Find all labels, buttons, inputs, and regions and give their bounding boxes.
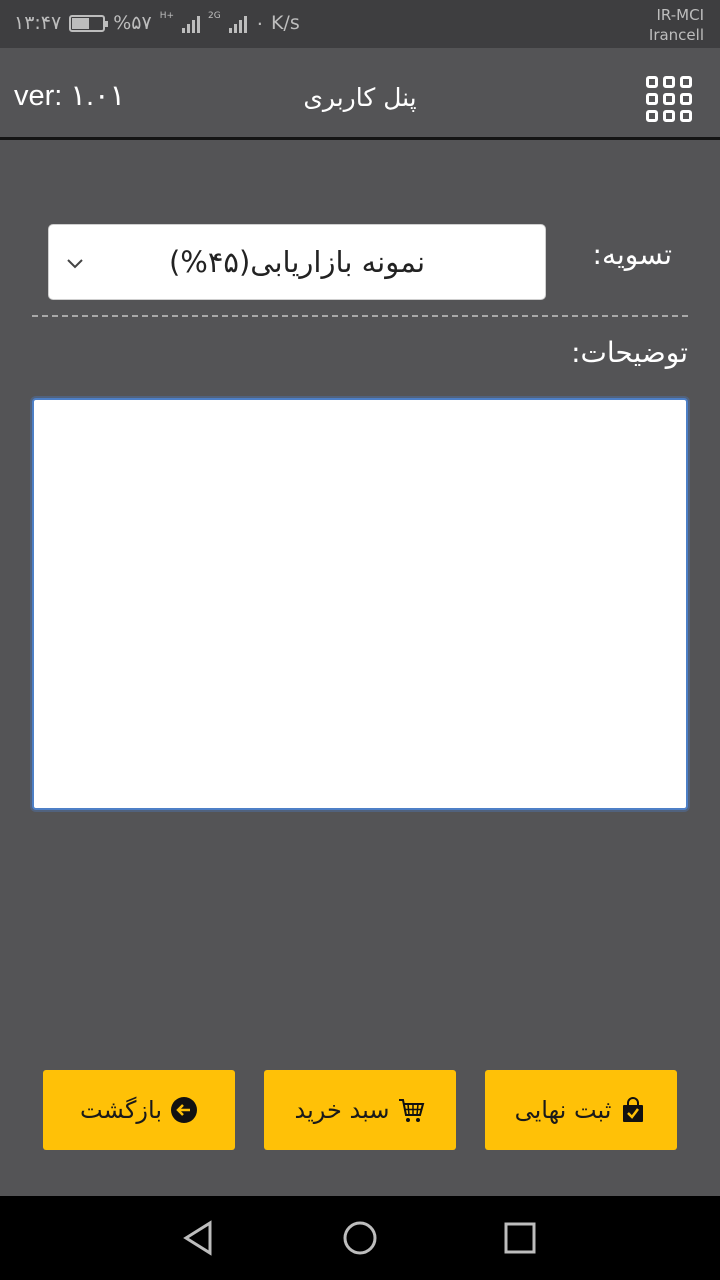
battery-fill [72, 17, 90, 29]
back-button[interactable]: بازگشت [43, 1070, 235, 1150]
nav-bar [0, 1196, 720, 1280]
status-left: ۱۳:۴۷ %۵۷ H+ 2G ۰ K/s [14, 11, 300, 35]
settlement-label: تسویه: [592, 238, 672, 271]
settlement-select[interactable]: نمونه بازاریابی(۴۵%) [48, 224, 546, 300]
signal-icon-2 [228, 13, 247, 33]
hplus-label: H+ [159, 11, 175, 21]
description-label: توضیحات: [571, 336, 688, 369]
grid-icon[interactable] [646, 76, 692, 122]
data-speed: ۰ K/s [254, 12, 300, 34]
arrow-left-circle-icon [171, 1097, 197, 1123]
divider [32, 315, 688, 317]
status-bar: ۱۳:۴۷ %۵۷ H+ 2G ۰ K/s IR-MCI Irancell [0, 0, 720, 48]
signal-icon [182, 13, 201, 33]
description-input[interactable] [32, 398, 688, 810]
network-label: 2G [208, 11, 221, 21]
square-recents-icon[interactable] [500, 1218, 540, 1258]
cart-icon [399, 1099, 425, 1122]
cart-button-label: سبد خرید [294, 1096, 390, 1124]
settlement-value: نمونه بازاریابی(۴۵%) [168, 245, 426, 279]
bag-check-icon [623, 1097, 644, 1122]
battery-percent: %۵۷ [113, 12, 152, 34]
app-bar: ver: ۱.۰۱ پنل کاربری [0, 48, 720, 140]
page-title: پنل کاربری [303, 83, 417, 112]
submit-button-label: ثبت نهایی [514, 1096, 612, 1124]
carrier-2: Irancell [648, 26, 704, 44]
carrier-1: IR-MCI [656, 6, 705, 24]
carrier-info: IR-MCI Irancell [649, 5, 704, 45]
back-button-label: بازگشت [80, 1096, 162, 1124]
submit-button[interactable]: ثبت نهایی [485, 1070, 677, 1150]
triangle-back-icon[interactable] [180, 1218, 220, 1258]
circle-home-icon[interactable] [340, 1218, 380, 1258]
clock: ۱۳:۴۷ [14, 12, 62, 34]
cart-button[interactable]: سبد خرید [264, 1070, 456, 1150]
battery-icon [69, 14, 109, 32]
